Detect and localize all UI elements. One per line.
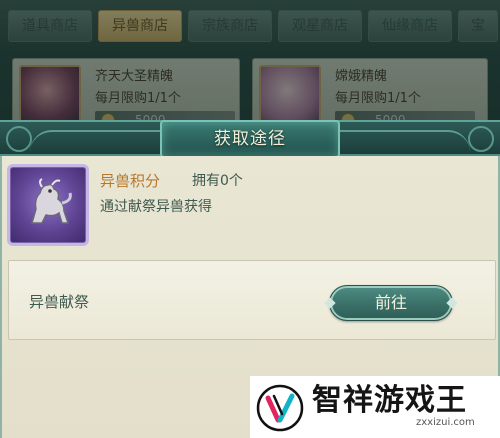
site-watermark: 智祥游戏王 zxxizui.com <box>250 376 500 438</box>
watermark-text: 智祥游戏王 <box>312 383 467 418</box>
qilin-beast-icon <box>31 178 72 224</box>
item-name: 异兽积分 <box>100 172 161 190</box>
header-ornament-right <box>320 130 470 152</box>
cloud-ornament-icon <box>468 126 494 152</box>
header-ornament-left <box>30 130 180 152</box>
go-button-label: 前往 <box>374 293 407 312</box>
watermark-url: zxxizui.com <box>416 417 475 428</box>
button-ornament-icon <box>446 297 458 309</box>
cloud-ornament-icon <box>6 126 32 152</box>
source-label: 异兽献祭 <box>29 293 90 311</box>
popup-header: 获取途径 <box>0 120 500 158</box>
item-owned-count: 拥有0个 <box>192 173 243 189</box>
beast-points-icon <box>7 164 89 246</box>
source-row: 异兽献祭 前往 <box>8 260 496 340</box>
button-ornament-icon <box>324 297 336 309</box>
popup-title: 获取途径 <box>214 129 286 149</box>
item-description: 通过献祭异兽获得 <box>100 199 212 215</box>
go-button[interactable]: 前往 <box>324 285 458 321</box>
watermark-logo-icon <box>256 384 304 432</box>
title-plate: 获取途径 <box>160 120 340 158</box>
